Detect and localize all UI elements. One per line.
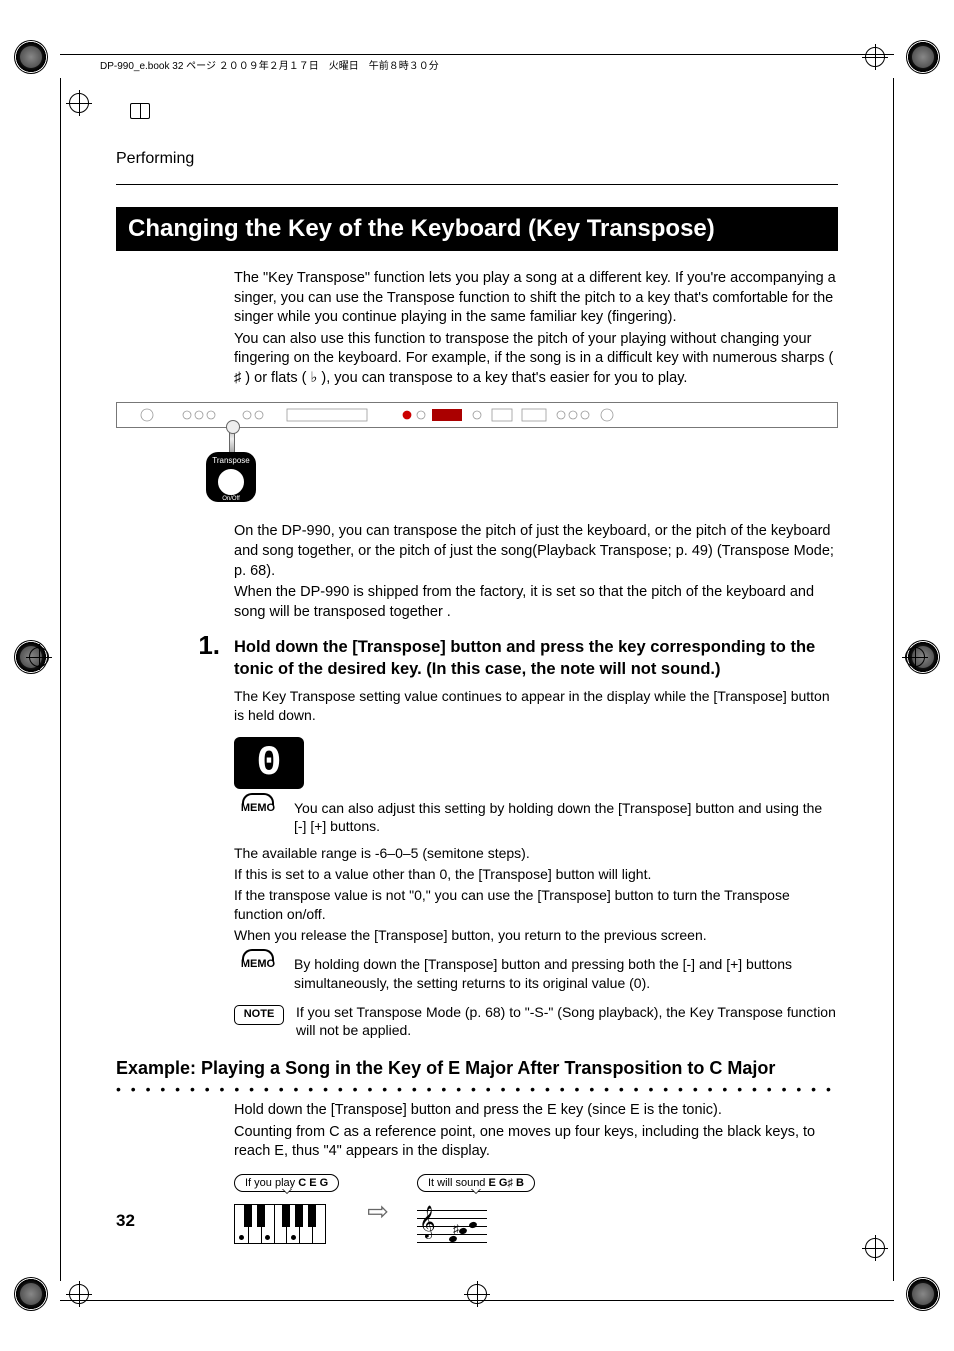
example-play-column: If you play C E G: [234, 1174, 339, 1244]
cross-mark-icon: [464, 1281, 490, 1307]
crop-line: [60, 78, 61, 1281]
speech-bubble-sound: It will sound E G♯ B: [417, 1174, 535, 1192]
panel-strip-svg: [117, 403, 837, 427]
print-meta-text: DP-990_e.book 32 ページ ２００９年２月１７日 火曜日 午前８時…: [100, 57, 439, 72]
transpose-button-callout: Transpose On/Off: [206, 452, 256, 502]
section-label: Performing: [116, 150, 838, 168]
cross-mark-icon: [902, 644, 928, 670]
onoff-text: If the transpose value is not "0," you c…: [234, 886, 838, 924]
registration-mark-icon: [906, 40, 940, 74]
registration-mark-icon: [14, 40, 48, 74]
print-bottom-rule: [60, 1300, 894, 1301]
registration-mark-icon: [906, 1277, 940, 1311]
memo-row: MEMO You can also adjust this setting by…: [234, 799, 838, 837]
keyboard-icon: [234, 1204, 326, 1244]
cross-mark-icon: [862, 1235, 888, 1261]
treble-clef-icon: 𝄞: [419, 1206, 436, 1239]
dotted-rule: • • • • • • • • • • • • • • • • • • • • …: [116, 1081, 838, 1097]
book-icon: [130, 103, 150, 119]
bubble-sound-prefix: It will sound: [428, 1177, 489, 1189]
light-text: If this is set to a value other than 0, …: [234, 865, 838, 884]
intro-paragraph-2: You can also use this function to transp…: [234, 330, 838, 389]
horizontal-rule: [116, 184, 838, 185]
cross-mark-icon: [66, 90, 92, 116]
step-row: 1. Hold down the [Transpose] button and …: [116, 636, 838, 681]
page-number: 32: [116, 1211, 135, 1231]
memo-text: You can also adjust this setting by hold…: [294, 799, 838, 837]
note-row: NOTE If you set Transpose Mode (p. 68) t…: [234, 1003, 838, 1041]
intro-paragraph-1: The "Key Transpose" function lets you pl…: [234, 269, 838, 328]
dial-icon: [218, 469, 244, 495]
lcd-display: 0: [234, 737, 304, 789]
cross-mark-icon: [66, 1281, 92, 1307]
example-paragraph-2: Counting from C as a reference point, on…: [234, 1123, 838, 1162]
memo-icon: MEMO: [234, 801, 282, 819]
crop-line: [893, 78, 894, 1281]
print-meta-bar: DP-990_e.book 32 ページ ２００９年２月１７日 火曜日 午前８時…: [60, 54, 894, 75]
step-instruction: Hold down the [Transpose] button and pre…: [234, 636, 838, 681]
note-text: If you set Transpose Mode (p. 68) to "-S…: [296, 1003, 838, 1041]
range-text: The available range is -6–0–5 (semitone …: [234, 844, 838, 863]
cross-mark-icon: [26, 644, 52, 670]
note-icon: NOTE: [234, 1005, 284, 1025]
bubble-sound-notes: E G♯ B: [488, 1177, 523, 1189]
key-dot-icon: [239, 1235, 244, 1240]
bubble-play-notes: C E G: [298, 1177, 328, 1189]
example-diagram: If you play C E G ⇨: [234, 1174, 838, 1244]
display-value: 0: [256, 742, 281, 784]
arrow-right-icon: ⇨: [367, 1196, 389, 1227]
page-heading: Changing the Key of the Keyboard (Key Tr…: [116, 207, 838, 251]
after-panel-paragraph-2: When the DP-990 is shipped from the fact…: [234, 583, 838, 622]
memo-text: By holding down the [Transpose] button a…: [294, 955, 838, 993]
bubble-play-prefix: If you play: [245, 1177, 298, 1189]
music-staff-icon: 𝄞 ♯: [417, 1208, 487, 1242]
memo-row: MEMO By holding down the [Transpose] but…: [234, 955, 838, 993]
step-number: 1.: [116, 630, 220, 661]
callout-connector-icon: [229, 426, 235, 452]
example-heading: Example: Playing a Song in the Key of E …: [116, 1058, 838, 1079]
memo-icon: MEMO: [234, 957, 282, 975]
example-paragraph-1: Hold down the [Transpose] button and pre…: [234, 1101, 838, 1121]
key-dot-icon: [291, 1235, 296, 1240]
key-dot-icon: [265, 1235, 270, 1240]
registration-mark-icon: [14, 1277, 48, 1311]
step-subtext: The Key Transpose setting value continue…: [234, 687, 838, 725]
callout-label: Transpose: [206, 456, 256, 467]
sharp-icon: ♯: [453, 1222, 459, 1236]
example-sound-column: It will sound E G♯ B 𝄞 ♯: [417, 1174, 535, 1242]
front-panel-diagram: Transpose On/Off: [116, 402, 838, 512]
speech-bubble-play: If you play C E G: [234, 1174, 339, 1192]
release-text: When you release the [Transpose] button,…: [234, 926, 838, 945]
after-panel-paragraph-1: On the DP-990, you can transpose the pit…: [234, 522, 838, 581]
page-content: Performing Changing the Key of the Keybo…: [116, 150, 838, 1231]
panel-strip-icon: [116, 402, 838, 428]
callout-sublabel: On/Off: [206, 495, 256, 503]
